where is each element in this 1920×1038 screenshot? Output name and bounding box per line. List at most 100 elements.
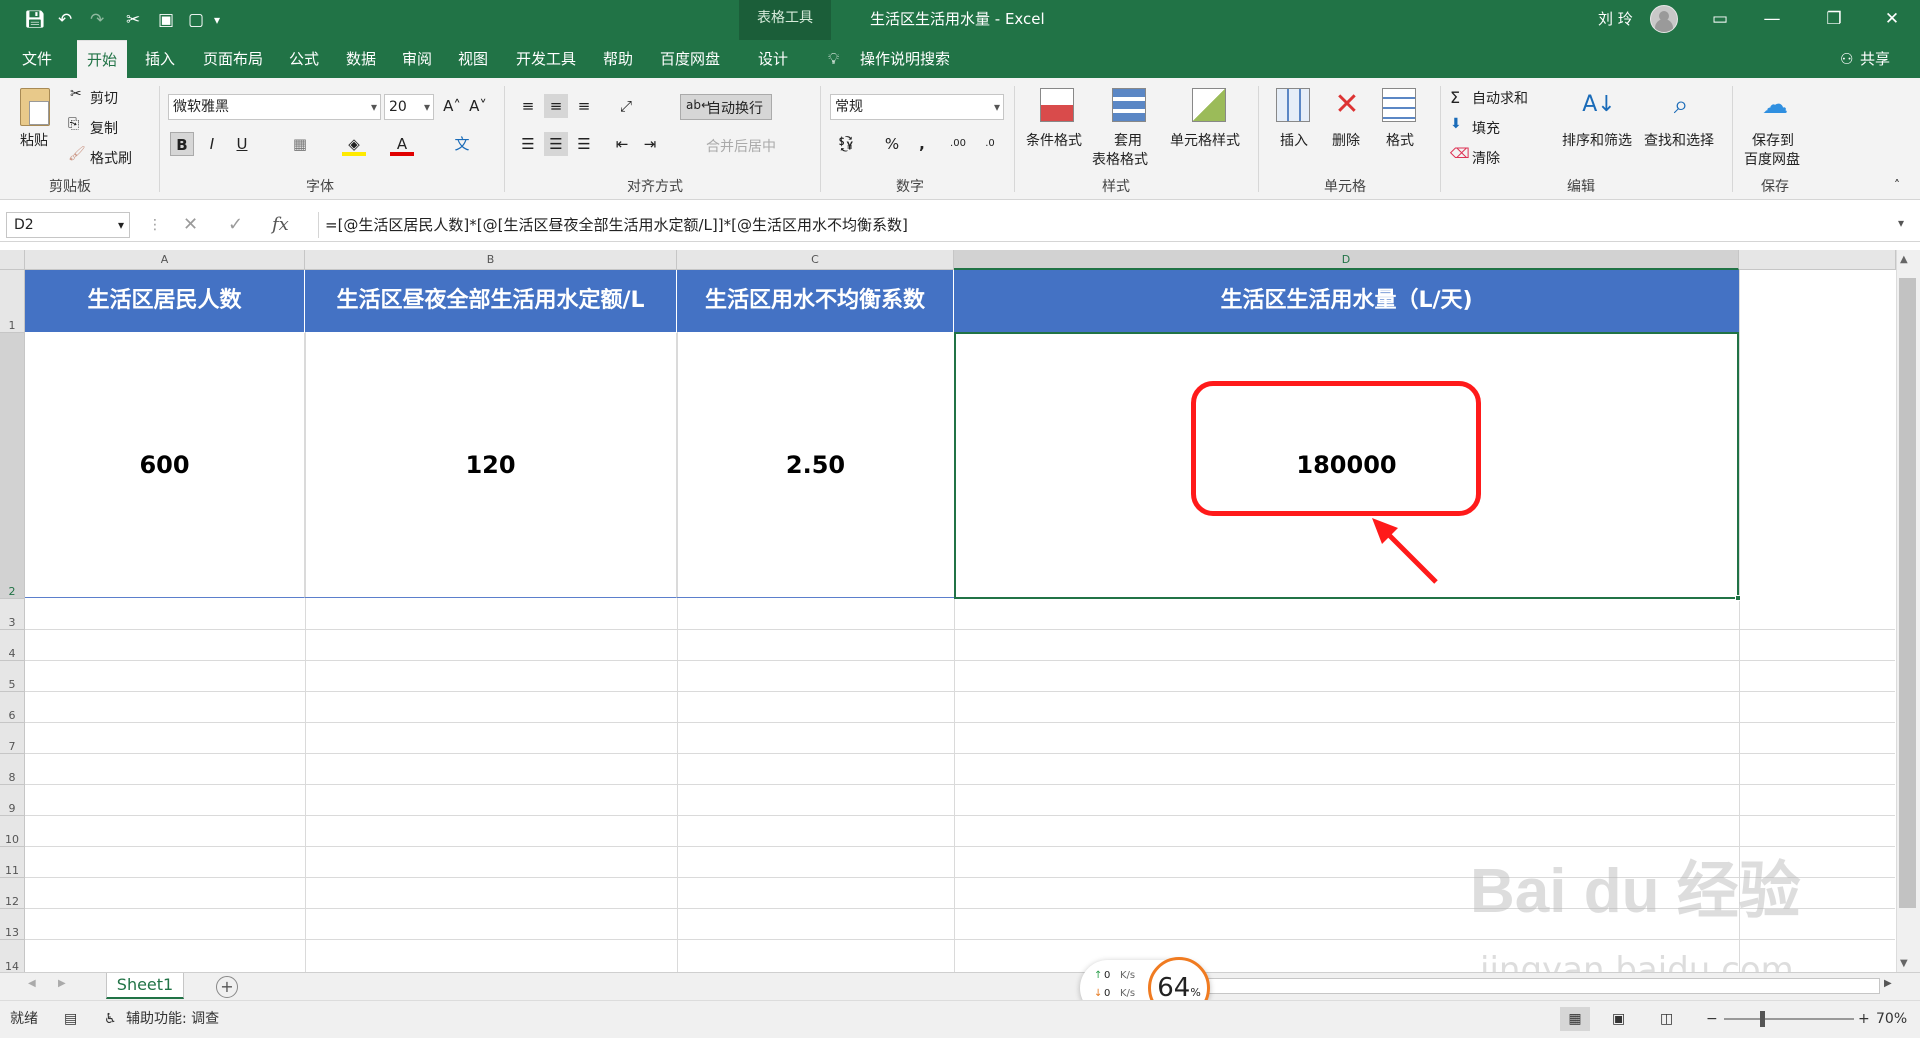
zoom-slider[interactable] <box>1724 1018 1854 1020</box>
row-header-13[interactable]: 13 <box>0 909 25 940</box>
ribbon-display-icon[interactable]: ▭ <box>1700 4 1740 34</box>
conditional-format-button[interactable]: 条件格式 <box>1026 130 1082 150</box>
minimize-icon[interactable]: — <box>1752 4 1792 34</box>
tell-me-search[interactable]: 操作说明搜索 <box>860 40 950 78</box>
paste-icon[interactable] <box>20 88 50 126</box>
row-header-7[interactable]: 7 <box>0 723 25 754</box>
share-button[interactable]: 共享 <box>1860 40 1890 78</box>
tab-data[interactable]: 数据 <box>336 40 386 78</box>
clear-button[interactable]: 清除 <box>1472 148 1500 168</box>
tab-insert[interactable]: 插入 <box>135 40 185 78</box>
grow-font-icon[interactable]: A˄ <box>440 94 464 118</box>
row-header-2[interactable]: 2 <box>0 333 25 599</box>
format-as-table-icon[interactable] <box>1112 88 1146 122</box>
fill-button[interactable]: 填充 <box>1472 118 1500 138</box>
sort-filter-button[interactable]: 排序和筛选 <box>1562 130 1632 150</box>
find-select-button[interactable]: 查找和选择 <box>1644 130 1714 150</box>
close-icon[interactable]: ✕ <box>1872 4 1912 34</box>
tab-help[interactable]: 帮助 <box>593 40 643 78</box>
comma-button[interactable]: , <box>910 132 934 156</box>
align-top-icon[interactable]: ≡ <box>516 94 540 118</box>
row-header-10[interactable]: 10 <box>0 816 25 847</box>
normal-view-icon[interactable]: ▦ <box>1560 1007 1590 1031</box>
underline-button[interactable]: U <box>230 132 254 156</box>
save-icon[interactable]: 💾︎ <box>24 8 46 32</box>
zoom-in-icon[interactable]: + <box>1858 1001 1870 1037</box>
scroll-up-icon[interactable]: ▲ <box>1900 254 1908 265</box>
accessibility-status[interactable]: 辅助功能: 调查 <box>126 1001 219 1037</box>
decrease-indent-icon[interactable]: ⇤ <box>610 132 634 156</box>
copy-icon[interactable]: ⎘ <box>68 116 79 132</box>
row-header-9[interactable]: 9 <box>0 785 25 816</box>
new-file-icon[interactable]: ▢ <box>188 8 204 32</box>
select-all-corner[interactable] <box>0 250 25 270</box>
fill-color-icon[interactable]: ◈ <box>342 132 366 156</box>
table-header-d1[interactable]: 生活区生活用水量（L/天) <box>954 270 1739 332</box>
align-bottom-icon[interactable]: ≡ <box>572 94 596 118</box>
font-color-icon[interactable]: A <box>390 132 414 156</box>
align-center-icon[interactable]: ☰ <box>544 132 568 156</box>
zoom-out-icon[interactable]: − <box>1706 1001 1718 1037</box>
fill-handle[interactable] <box>1735 595 1741 601</box>
collapse-ribbon-icon[interactable]: ˄ <box>1894 178 1900 192</box>
tab-page-layout[interactable]: 页面布局 <box>193 40 273 78</box>
tab-review[interactable]: 审阅 <box>392 40 442 78</box>
tab-file[interactable]: 文件 <box>12 40 62 78</box>
restore-icon[interactable]: ❐ <box>1814 4 1854 34</box>
formula-input[interactable]: =[@生活区居民人数]*[@[生活区昼夜全部生活用水定额/L]]*[@生活区用水… <box>318 212 1888 238</box>
column-header-b[interactable]: B <box>305 250 677 270</box>
conditional-format-icon[interactable] <box>1040 88 1074 122</box>
sort-filter-icon[interactable]: A↓ <box>1582 88 1616 122</box>
row-header-8[interactable]: 8 <box>0 754 25 785</box>
phonetic-icon[interactable]: 文 <box>450 132 474 156</box>
format-as-table-line2[interactable]: 表格格式 <box>1092 149 1148 169</box>
row-header-4[interactable]: 4 <box>0 630 25 661</box>
font-size-select[interactable]: 20 <box>384 94 434 120</box>
fill-down-icon[interactable]: ⬇ <box>1450 116 1462 132</box>
horizontal-scrollbar[interactable] <box>1140 978 1880 994</box>
accessibility-icon[interactable]: ♿︎ <box>104 1001 117 1037</box>
page-layout-view-icon[interactable]: ▣ <box>1612 1001 1625 1037</box>
zoom-slider-thumb[interactable] <box>1760 1011 1765 1027</box>
sheet-tab-sheet1[interactable]: Sheet1 <box>106 973 184 999</box>
scissors-icon[interactable]: ✂ <box>70 86 82 102</box>
scroll-right-icon[interactable]: ▶ <box>1884 978 1892 989</box>
save-to-netdisk-line2[interactable]: 百度网盘 <box>1744 149 1800 169</box>
avatar[interactable] <box>1650 5 1678 33</box>
orientation-icon[interactable]: ⤢ <box>614 94 638 118</box>
tab-developer[interactable]: 开发工具 <box>506 40 586 78</box>
autosum-button[interactable]: 自动求和 <box>1472 88 1528 108</box>
user-name[interactable]: 刘 玲 <box>1598 0 1633 38</box>
row-header-1[interactable]: 1 <box>0 270 25 333</box>
save-as-icon[interactable]: ▣ <box>158 8 174 32</box>
name-box[interactable]: D2 <box>6 212 130 238</box>
increase-decimal-icon[interactable]: .00 <box>946 132 970 156</box>
column-header-c[interactable]: C <box>677 250 954 270</box>
shrink-font-icon[interactable]: A˅ <box>466 94 490 118</box>
tab-home[interactable]: 开始 <box>77 40 128 78</box>
save-to-netdisk-line1[interactable]: 保存到 <box>1752 130 1794 150</box>
delete-cells-button[interactable]: 删除 <box>1332 130 1360 150</box>
macro-record-icon[interactable]: ▤ <box>64 1001 77 1037</box>
row-header-6[interactable]: 6 <box>0 692 25 723</box>
expand-formula-icon[interactable]: ▾ <box>1898 216 1904 230</box>
borders-icon[interactable]: ▦ <box>288 132 312 156</box>
wrap-text-button[interactable]: 自动换行 ab↵ <box>680 94 772 120</box>
next-sheet-icon[interactable]: ▶ <box>58 978 66 989</box>
add-sheet-icon[interactable]: + <box>216 976 238 998</box>
baidu-netdisk-icon[interactable]: ☁ <box>1758 88 1792 122</box>
sigma-icon[interactable]: Σ <box>1450 88 1460 107</box>
cell-styles-icon[interactable] <box>1192 88 1226 122</box>
scroll-down-icon[interactable]: ▼ <box>1900 958 1908 969</box>
row-header-11[interactable]: 11 <box>0 847 25 878</box>
enter-icon[interactable]: ✓ <box>228 212 243 238</box>
italic-button[interactable]: I <box>200 132 224 156</box>
eraser-icon[interactable]: ⌫ <box>1450 146 1470 162</box>
table-header-c1[interactable]: 生活区用水不均衡系数 <box>677 270 954 332</box>
decrease-decimal-icon[interactable]: .0 <box>978 132 1002 156</box>
number-format-select[interactable]: 常规 <box>830 94 1004 120</box>
cell-b2[interactable]: 120 <box>305 333 677 598</box>
tab-formulas[interactable]: 公式 <box>279 40 329 78</box>
cancel-icon[interactable]: ✕ <box>183 212 198 238</box>
cell-a2[interactable]: 600 <box>25 333 305 598</box>
